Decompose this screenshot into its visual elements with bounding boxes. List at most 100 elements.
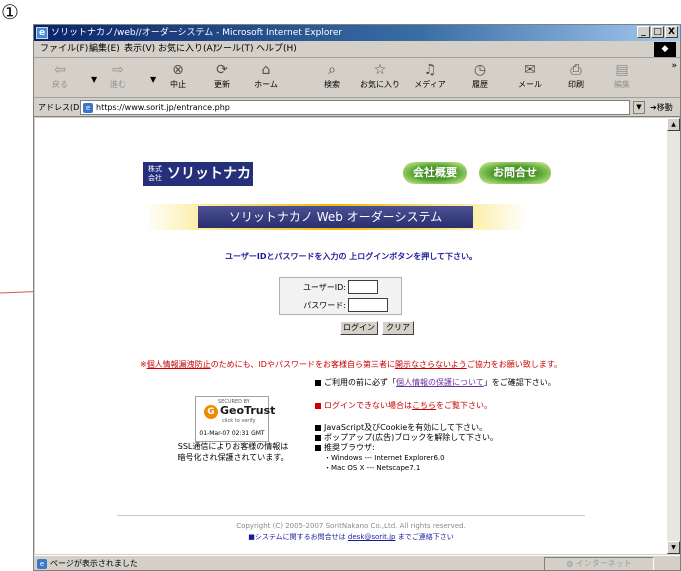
forward-arrow-icon: ⇨ [112,62,124,78]
status-text: ページが表示されました [50,559,138,568]
page-content: 株式会社 ソリットナカノ 会社概要 お問合せ ソリットナカノ Web オーダーシ… [35,118,667,554]
copyright-text: Copyright (C) 2005-2007 SoritNakano Co.,… [236,522,466,530]
bullet-square-icon [315,444,321,451]
geotrust-seal[interactable]: SECURED BY G GeoTrust click to verify 01… [195,396,275,442]
go-button[interactable]: ➔移動 [650,101,673,114]
home-icon: ⌂ [261,62,271,78]
menu-bar: ファイル(F) 編集(E) 表示(V) お気に入り(A) ツール(T) ヘルプ(… [34,41,680,58]
vertical-scrollbar[interactable]: ▲ ▼ [667,118,680,554]
ssl-description: SSL通信によりお客様の情報は 暗号化され保護されています。 [177,442,289,462]
toolbar: ⇦ 戻る ▼ ⇨ 進む ▼ ⊗ 中止 ⟳ 更新 ⌂ ホーム ⌕ 検索 ☆ お気に… [34,59,680,98]
menu-tools[interactable]: ツール(T) [214,43,254,56]
window-controls: _ □ X [637,26,678,38]
edit-icon: ▤ [615,62,629,78]
stop-button[interactable]: ⊗ 中止 [156,61,200,95]
mail-button[interactable]: ✉ メール [508,61,552,95]
clear-button[interactable]: クリア [382,321,414,335]
page-done-icon: e [37,559,47,569]
bullet-square-icon [315,434,321,441]
toolbar-overflow-icon[interactable]: » [671,61,677,71]
login-button[interactable]: ログイン [340,321,378,335]
bullet-square-icon [315,424,321,431]
title-bar[interactable]: e ソリットナカノ/web//オーダーシステム - Microsoft Inte… [34,25,680,41]
print-button[interactable]: ⎙ 印刷 [554,61,598,95]
refresh-button[interactable]: ⟳ 更新 [200,61,244,95]
printer-icon: ⎙ [570,62,582,78]
company-profile-button[interactable]: 会社概要 [403,162,467,184]
go-arrow-icon: ➔ [650,103,657,112]
password-row: パスワード: [280,297,401,314]
scroll-up-icon[interactable]: ▲ [667,118,680,131]
password-input[interactable] [348,298,388,312]
refresh-icon: ⟳ [216,62,228,78]
scroll-down-icon[interactable]: ▼ [667,541,680,554]
address-bar: アドレス(D) e https://www.sorit.jp/entrance.… [34,99,680,117]
menu-edit[interactable]: 編集(E) [89,43,120,56]
footer-divider [117,515,585,516]
system-banner: ソリットナカノ Web オーダーシステム [143,204,528,230]
go-label: 移動 [656,103,673,112]
search-icon: ⌕ [328,62,336,78]
banner-title: ソリットナカノ Web オーダーシステム [198,206,473,228]
login-instruction: ユーザーIDとパスワードを入力の 上ログインボタンを押して下さい。 [225,252,477,261]
windows-logo-icon: ◆ [654,42,676,57]
do-not-disclose-link[interactable]: 開示なさらないよう [395,360,467,369]
favorites-icon: ☆ [373,62,387,78]
favorites-button[interactable]: ☆ お気に入り [358,61,402,95]
geotrust-date: 01-Mar-07 02:31 GMT [199,430,265,437]
forward-button[interactable]: ⇨ 進む [96,61,140,95]
address-url: https://www.sorit.jp/entrance.php [96,103,230,112]
privacy-leak-link[interactable]: 個人情報漏洩防止 [147,360,211,369]
screenshot-root: ① e ソリットナカノ/web//オーダーシステム - Microsoft In… [0,0,681,571]
edit-button[interactable]: ▤ 編集 [600,61,644,95]
contact-button[interactable]: お問合せ [479,162,551,184]
bullet-square-icon [315,402,321,409]
security-zone: ◍ インターネット [544,557,654,570]
support-email-link[interactable]: desk@sorit.jp [348,533,396,541]
close-button[interactable]: X [665,26,678,38]
address-input[interactable]: e https://www.sorit.jp/entrance.php [80,100,630,115]
userid-label: ユーザーID: [302,283,346,292]
logo-name: ソリットナカノ [167,166,265,182]
bullet-square-icon [315,379,321,386]
internet-zone-icon: ◍ [566,559,576,568]
browser-window: e ソリットナカノ/web//オーダーシステム - Microsoft Inte… [33,24,681,571]
address-label: アドレス(D) [38,103,83,112]
search-button[interactable]: ⌕ 検索 [310,61,354,95]
password-label: パスワード: [303,301,346,310]
history-icon: ◷ [473,62,487,78]
company-logo[interactable]: 株式会社 ソリットナカノ [143,162,265,186]
geotrust-name: GeoTrust [220,404,276,417]
login-form: ユーザーID: パスワード: [279,277,402,315]
mail-icon: ✉ [524,62,536,78]
menu-help[interactable]: ヘルプ(H) [256,43,297,56]
security-notice: ※個人情報漏洩防止のためにも、IDやパスワードをお客様自ら第三者に開示なさらない… [139,360,563,369]
ie-window-icon[interactable]: e [36,27,48,39]
userid-row: ユーザーID: [280,279,401,296]
info-item-privacy: ご利用の前に必ず「個人情報の保護について」をご確認下さい。 [315,378,556,388]
media-icon: ♫ [423,62,437,78]
menu-favorites[interactable]: お気に入り(A) [158,43,216,56]
maximize-button[interactable]: □ [651,26,664,38]
status-bar: e ページが表示されました ◍ インターネット [34,555,680,570]
window-title: ソリットナカノ/web//オーダーシステム - Microsoft Intern… [51,28,343,38]
menu-view[interactable]: 表示(V) [124,43,155,56]
privacy-policy-link[interactable]: 個人情報の保護について [396,378,484,387]
info-item-login-help: ログインできない場合はこちらをご覧下さい。 [315,401,492,411]
login-help-link[interactable]: こちら [412,401,436,410]
address-dropdown-icon[interactable]: ▼ [633,101,645,114]
back-arrow-icon: ⇦ [54,62,66,78]
geotrust-click: click to verify [222,418,256,424]
menu-file[interactable]: ファイル(F) [40,43,88,56]
system-contact: ■システムに関するお問合せは desk@sorit.jp までご連絡下さい [248,533,454,541]
back-button[interactable]: ⇦ 戻る [38,61,82,95]
home-button[interactable]: ⌂ ホーム [244,61,288,95]
userid-input[interactable] [348,280,378,294]
info-item-requirements: JavaScript及びCookieを有効にして下さい。 ポップアップ(広告)ブ… [315,423,498,473]
geotrust-logo-icon: G [204,405,218,419]
media-button[interactable]: ♫ メディア [408,61,452,95]
minimize-button[interactable]: _ [637,26,650,38]
logo-kabushiki: 株式会社 [148,165,162,182]
page-icon: e [83,103,93,113]
history-button[interactable]: ◷ 履歴 [458,61,502,95]
